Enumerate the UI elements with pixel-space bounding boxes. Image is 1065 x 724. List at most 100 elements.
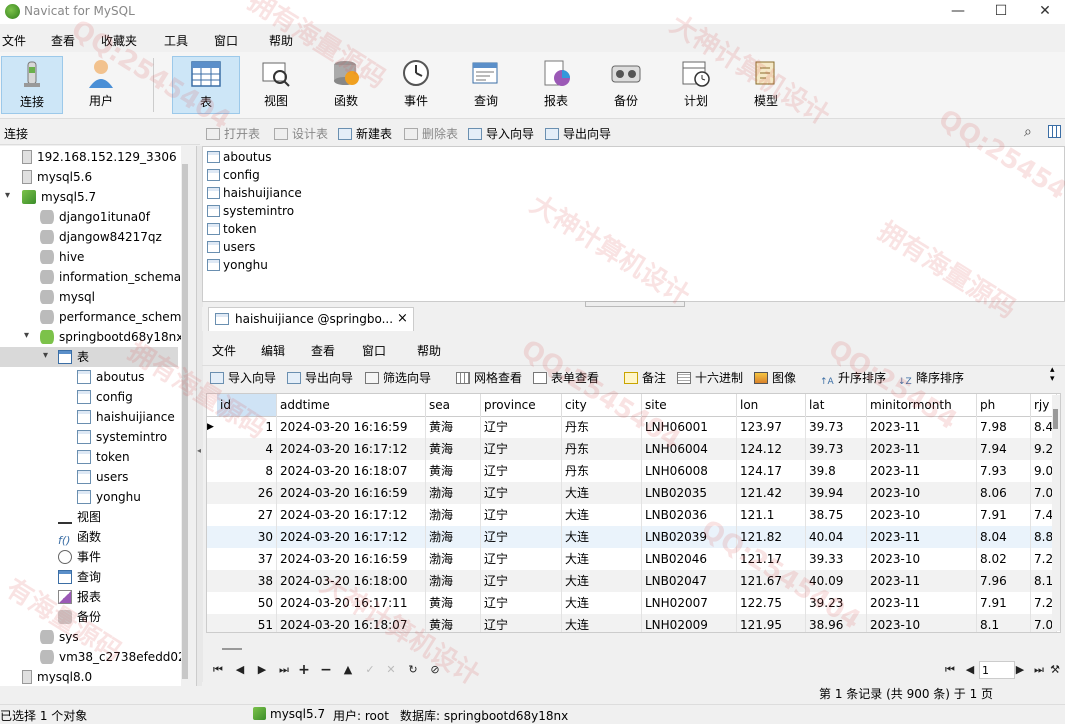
table-button[interactable]: 表 bbox=[172, 56, 240, 114]
table-cell[interactable]: 121.82 bbox=[737, 526, 806, 548]
table-cell[interactable]: 大连 bbox=[562, 592, 642, 614]
import-wizard-button[interactable]: 导入向导 bbox=[210, 370, 276, 386]
table-cell[interactable]: LNH02009 bbox=[642, 614, 737, 632]
tree-database[interactable]: performance_schem bbox=[40, 307, 181, 327]
grid-view-button[interactable]: 网格查看 bbox=[456, 370, 522, 386]
column-header[interactable]: id bbox=[217, 394, 277, 416]
tree-events[interactable]: 事件 bbox=[58, 547, 101, 567]
table-cell[interactable]: 27 bbox=[217, 504, 277, 526]
page-number-input[interactable] bbox=[979, 661, 1015, 679]
tree-database[interactable]: information_schema bbox=[40, 267, 181, 287]
table-cell[interactable]: 2023-10 bbox=[867, 504, 977, 526]
table-cell[interactable]: 2024-03-20 16:17:12 bbox=[277, 504, 426, 526]
model-button[interactable]: 模型 bbox=[735, 56, 797, 114]
table-cell[interactable]: LNH02007 bbox=[642, 592, 737, 614]
tree-database[interactable]: djangow84217qz bbox=[40, 227, 162, 247]
table-cell[interactable]: 大连 bbox=[562, 570, 642, 592]
menu-view[interactable]: 查看 bbox=[51, 32, 75, 49]
row-indicator[interactable]: ▶ bbox=[207, 416, 217, 438]
sort-descending-button[interactable]: ↓Z 降序排序 bbox=[898, 370, 964, 387]
horizontal-scroll-thumb[interactable] bbox=[222, 648, 242, 650]
first-page-icon[interactable]: ⏮ bbox=[942, 662, 958, 678]
table-cell[interactable]: 黄海 bbox=[426, 460, 481, 482]
table-cell[interactable]: 7.91 bbox=[977, 504, 1031, 526]
table-cell[interactable]: 2023-10 bbox=[867, 548, 977, 570]
row-indicator[interactable] bbox=[207, 460, 217, 482]
tree-table[interactable]: users bbox=[77, 467, 128, 487]
table-row[interactable]: 37 2024-03-20 16:16:59 渤海 辽宁 大连 LNB02046 121.1… bbox=[207, 548, 1057, 570]
tree-table[interactable]: config bbox=[77, 387, 133, 407]
table-cell[interactable]: 40.09 bbox=[806, 570, 867, 592]
table-cell[interactable]: LNH06001 bbox=[642, 416, 737, 438]
table-row[interactable]: 8 2024-03-20 16:18:07 黄海 辽宁 丹东 LNH06008 124.17… bbox=[207, 460, 1057, 482]
object-list-item[interactable]: systemintro bbox=[207, 202, 294, 220]
table-cell[interactable]: 39.23 bbox=[806, 592, 867, 614]
table-cell[interactable]: 2023-11 bbox=[867, 526, 977, 548]
tree-database-open[interactable]: springbootd68y18nx bbox=[40, 327, 183, 347]
table-cell[interactable]: 8 bbox=[217, 460, 277, 482]
table-row[interactable]: 38 2024-03-20 16:18:00 渤海 辽宁 大连 LNB02047 121.6… bbox=[207, 570, 1057, 592]
table-cell[interactable]: 渤海 bbox=[426, 526, 481, 548]
cancel-edit-icon[interactable]: ✕ bbox=[383, 662, 399, 678]
function-button[interactable]: 函数 bbox=[315, 56, 377, 114]
table-cell[interactable]: 丹东 bbox=[562, 416, 642, 438]
table-cell[interactable]: 2024-03-20 16:18:07 bbox=[277, 460, 426, 482]
object-list-item[interactable]: token bbox=[207, 220, 257, 238]
tree-database[interactable]: django1ituna0f bbox=[40, 207, 150, 227]
tree-functions[interactable]: f() 函数 bbox=[58, 527, 101, 547]
table-cell[interactable]: 7.94 bbox=[977, 438, 1031, 460]
chevron-down-icon[interactable]: ▾ bbox=[24, 330, 29, 341]
toolbar-overflow-icon[interactable]: ▴ ▾ bbox=[1050, 366, 1055, 384]
tree-database[interactable]: hive bbox=[40, 247, 84, 267]
table-cell[interactable]: 黄海 bbox=[426, 592, 481, 614]
row-indicator[interactable] bbox=[207, 548, 217, 570]
table-cell[interactable]: 124.17 bbox=[737, 460, 806, 482]
table-cell[interactable]: 39.8 bbox=[806, 460, 867, 482]
table-cell[interactable]: 渤海 bbox=[426, 570, 481, 592]
refresh-icon[interactable]: ↻ bbox=[405, 662, 421, 678]
next-record-icon[interactable]: ▶ bbox=[254, 662, 270, 678]
table-cell[interactable]: 2024-03-20 16:18:00 bbox=[277, 570, 426, 592]
table-cell[interactable]: 39.33 bbox=[806, 548, 867, 570]
row-indicator[interactable] bbox=[207, 570, 217, 592]
table-cell[interactable]: 8.1 bbox=[977, 614, 1031, 632]
table-cell[interactable]: LNB02039 bbox=[642, 526, 737, 548]
object-list-item[interactable]: users bbox=[207, 238, 255, 256]
last-page-icon[interactable]: ⏭ bbox=[1031, 662, 1047, 678]
new-table-button[interactable]: 新建表 bbox=[338, 126, 392, 142]
table-cell[interactable]: 30 bbox=[217, 526, 277, 548]
table-cell[interactable]: 渤海 bbox=[426, 548, 481, 570]
table-cell[interactable]: 辽宁 bbox=[481, 504, 562, 526]
menu-window[interactable]: 窗口 bbox=[214, 32, 238, 49]
table-cell[interactable]: 26 bbox=[217, 482, 277, 504]
table-cell[interactable]: 渤海 bbox=[426, 482, 481, 504]
table-cell[interactable]: 39.73 bbox=[806, 438, 867, 460]
table-cell[interactable]: 2024-03-20 16:17:11 bbox=[277, 592, 426, 614]
grid-view-icon[interactable] bbox=[1048, 125, 1061, 138]
table-cell[interactable]: LNB02036 bbox=[642, 504, 737, 526]
open-table-button[interactable]: 打开表 bbox=[206, 126, 260, 142]
table-cell[interactable]: 大连 bbox=[562, 504, 642, 526]
column-header[interactable]: site bbox=[642, 394, 737, 416]
table-cell[interactable]: 黄海 bbox=[426, 438, 481, 460]
table-cell[interactable]: 丹东 bbox=[562, 438, 642, 460]
inner-menu-view[interactable]: 查看 bbox=[311, 342, 335, 359]
table-row[interactable]: 26 2024-03-20 16:16:59 渤海 辽宁 大连 LNB02035 121.4… bbox=[207, 482, 1057, 504]
inner-menu-help[interactable]: 帮助 bbox=[417, 342, 441, 359]
settings-icon[interactable]: ⚒ bbox=[1047, 662, 1063, 678]
row-indicator[interactable] bbox=[207, 592, 217, 614]
table-cell[interactable]: 辽宁 bbox=[481, 438, 562, 460]
table-cell[interactable]: 37 bbox=[217, 548, 277, 570]
image-button[interactable]: 图像 bbox=[754, 370, 796, 386]
table-cell[interactable]: 2024-03-20 16:16:59 bbox=[277, 548, 426, 570]
table-cell[interactable]: 7.93 bbox=[977, 460, 1031, 482]
table-cell[interactable]: 黄海 bbox=[426, 416, 481, 438]
table-cell[interactable]: 50 bbox=[217, 592, 277, 614]
add-record-icon[interactable]: + bbox=[296, 662, 312, 678]
hex-button[interactable]: 十六进制 bbox=[677, 370, 743, 386]
table-cell[interactable]: 辽宁 bbox=[481, 592, 562, 614]
table-cell[interactable]: 大连 bbox=[562, 482, 642, 504]
row-indicator[interactable] bbox=[207, 482, 217, 504]
table-cell[interactable]: LNH06004 bbox=[642, 438, 737, 460]
delete-table-button[interactable]: 删除表 bbox=[404, 126, 458, 142]
